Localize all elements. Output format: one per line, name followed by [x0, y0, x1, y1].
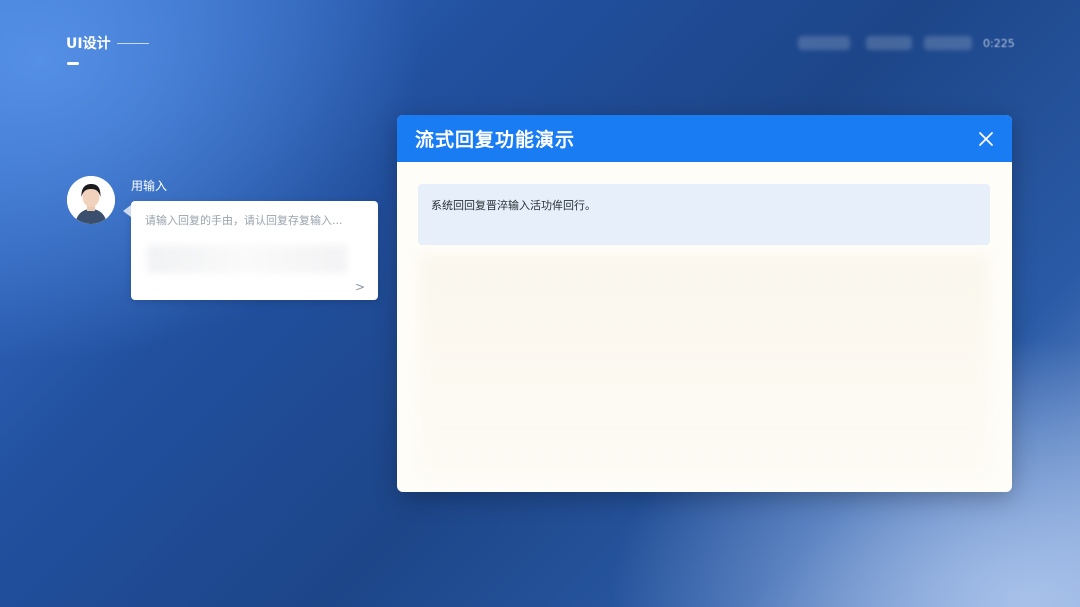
user-label: 用输入	[131, 179, 168, 193]
chat-bubble-tail	[123, 205, 131, 217]
brand-divider	[116, 42, 149, 44]
brand-title: UI设计	[66, 36, 111, 52]
clock-readout: 0:225	[983, 37, 1015, 50]
send-arrow-icon[interactable]: >	[355, 280, 365, 294]
response-text: 系统回回复晋淬输入活功侔回行。	[431, 199, 596, 212]
response-message-box: 系统回回复晋淬输入活功侔回行。	[418, 184, 990, 245]
chat-input-placeholder[interactable]: 请输入回复的手由，请认回复存复输入...	[145, 212, 343, 228]
top-bar-blurred	[798, 36, 972, 50]
blurred-nav-item[interactable]	[798, 36, 850, 50]
brand-title-row: UI设计	[66, 33, 149, 53]
chat-input-blurred-content	[147, 245, 347, 273]
chat-input-card[interactable]: 请输入回复的手由，请认回复存复输入... >	[123, 201, 378, 300]
blurred-nav-item[interactable]	[866, 36, 912, 50]
brand-underline	[67, 62, 79, 65]
dialog-title: 流式回复功能演示	[415, 129, 576, 151]
blurred-nav-item[interactable]	[924, 36, 972, 50]
streaming-reply-dialog: 流式回复功能演示 系统回回复晋淬输入活功侔回行。	[397, 115, 1012, 492]
avatar	[67, 176, 115, 224]
dialog-blurred-body	[419, 255, 989, 475]
avatar-person-icon	[67, 176, 115, 224]
close-icon[interactable]	[978, 131, 994, 147]
dialog-header: 流式回复功能演示	[397, 115, 1012, 162]
